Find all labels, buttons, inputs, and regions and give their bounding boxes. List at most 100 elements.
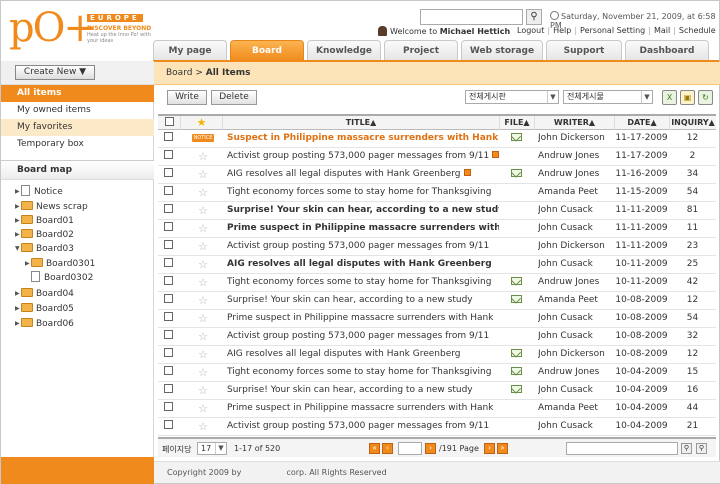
- attachment-icon[interactable]: [511, 169, 522, 177]
- delete-button[interactable]: Delete: [211, 90, 257, 105]
- personal-setting-link[interactable]: Personal Setting: [577, 26, 648, 35]
- row-writer[interactable]: John Dickerson: [538, 238, 614, 255]
- star-icon[interactable]: ☆: [198, 150, 208, 163]
- help-link[interactable]: Help: [550, 26, 574, 35]
- search-icon[interactable]: ⚲: [526, 9, 542, 25]
- row-writer[interactable]: John Dickerson: [538, 346, 614, 363]
- table-row[interactable]: ☆ Activist group posting 573,000 pager me…: [158, 418, 716, 436]
- row-title[interactable]: Prime suspect in Philippine massacre sur…: [227, 313, 493, 323]
- star-icon[interactable]: ☆: [198, 276, 208, 289]
- row-writer[interactable]: Amanda Peet: [538, 184, 614, 201]
- attachment-icon[interactable]: [511, 277, 522, 285]
- folder-action-icon[interactable]: ▣: [680, 90, 695, 105]
- row-title[interactable]: Tight economy forces some to stay home f…: [227, 367, 491, 377]
- next-page-icon[interactable]: ›: [484, 443, 495, 454]
- tab-board[interactable]: Board: [230, 40, 304, 61]
- table-row[interactable]: ☆ AIG resolves all legal disputes with Ha…: [158, 166, 716, 184]
- search-icon[interactable]: ⚲: [681, 443, 692, 454]
- tab-dashboard[interactable]: Dashboard: [625, 40, 709, 61]
- row-writer[interactable]: John Cusack: [538, 202, 614, 219]
- row-title[interactable]: AIG resolves all legal disputes with Han…: [227, 349, 461, 359]
- tree-item-board04[interactable]: ▶ Board04: [15, 287, 74, 301]
- table-row[interactable]: NOTICE Suspect in Philippine massacre sur…: [158, 130, 716, 148]
- row-title[interactable]: Surprise! Your skin can hear, according …: [227, 205, 499, 215]
- table-row[interactable]: ☆ Prime suspect in Philippine massacre su…: [158, 220, 716, 238]
- row-writer[interactable]: John Cusack: [538, 382, 614, 399]
- row-title[interactable]: Activist group posting 573,000 pager mes…: [227, 241, 489, 251]
- star-icon[interactable]: ☆: [198, 330, 208, 343]
- row-checkbox[interactable]: [164, 402, 173, 411]
- logout-link[interactable]: Logout: [514, 26, 547, 35]
- attachment-icon[interactable]: [511, 295, 522, 303]
- row-writer[interactable]: John Cusack: [538, 220, 614, 237]
- tab-project[interactable]: Project: [384, 40, 458, 61]
- header-writer[interactable]: WRITER▲: [534, 116, 614, 130]
- go-page-icon[interactable]: ›: [425, 443, 436, 454]
- row-writer[interactable]: John Dickerson: [538, 130, 614, 147]
- tab-knowledge[interactable]: Knowledge: [307, 40, 381, 61]
- tree-item-news-scrap[interactable]: ▶ News scrap: [15, 200, 88, 214]
- row-checkbox[interactable]: [164, 294, 173, 303]
- table-row[interactable]: ☆ Tight economy forces some to stay home …: [158, 274, 716, 292]
- table-search-input[interactable]: [566, 442, 678, 455]
- breadcrumb-root[interactable]: Board: [166, 68, 192, 78]
- row-title[interactable]: Suspect in Philippine massacre surrender…: [227, 133, 498, 143]
- row-checkbox[interactable]: [164, 240, 173, 249]
- header-title[interactable]: TITLE▲: [222, 116, 499, 130]
- table-row[interactable]: ☆ Prime suspect in Philippine massacre su…: [158, 310, 716, 328]
- row-checkbox[interactable]: [164, 132, 173, 141]
- table-row[interactable]: ☆ Surprise! Your skin can hear, according…: [158, 202, 716, 220]
- row-checkbox[interactable]: [164, 312, 173, 321]
- logo[interactable]: pO+ EUROPE DISCOVER BEYOND Heat up the I…: [9, 5, 154, 51]
- row-title[interactable]: Surprise! Your skin can hear, according …: [227, 385, 473, 395]
- write-button[interactable]: Write: [167, 90, 207, 105]
- star-icon[interactable]: ★: [197, 116, 207, 129]
- tab-my-page[interactable]: My page: [153, 40, 227, 61]
- table-row[interactable]: ☆ Tight economy forces some to stay home …: [158, 364, 716, 382]
- star-icon[interactable]: ☆: [198, 204, 208, 217]
- tree-item-board0301[interactable]: ▶ Board0301: [25, 257, 95, 271]
- row-checkbox[interactable]: [164, 366, 173, 375]
- row-title[interactable]: Surprise! Your skin can hear, according …: [227, 295, 473, 305]
- row-title[interactable]: Activist group posting 573,000 pager mes…: [227, 151, 489, 161]
- table-row[interactable]: ☆ AIG resolves all legal disputes with Ha…: [158, 346, 716, 364]
- row-title[interactable]: AIG resolves all legal disputes with Han…: [227, 169, 461, 179]
- row-writer[interactable]: Andruw Jones: [538, 148, 614, 165]
- star-icon[interactable]: ☆: [198, 186, 208, 199]
- last-page-icon[interactable]: »: [497, 443, 508, 454]
- star-icon[interactable]: ☆: [198, 366, 208, 379]
- tree-item-board01[interactable]: ▶ Board01: [15, 214, 74, 228]
- row-writer[interactable]: Amanda Peet: [538, 292, 614, 309]
- first-page-icon[interactable]: «: [369, 443, 380, 454]
- row-writer[interactable]: John Cusack: [538, 256, 614, 273]
- table-row[interactable]: ☆ Surprise! Your skin can hear, according…: [158, 292, 716, 310]
- row-writer[interactable]: Andruw Jones: [538, 166, 614, 183]
- row-writer[interactable]: John Cusack: [538, 418, 614, 435]
- tree-item-notice[interactable]: ▶ Notice: [15, 185, 63, 199]
- row-checkbox[interactable]: [164, 168, 173, 177]
- row-checkbox[interactable]: [164, 204, 173, 213]
- star-icon[interactable]: ☆: [198, 420, 208, 433]
- advanced-search-icon[interactable]: ⚲: [696, 443, 707, 454]
- schedule-link[interactable]: Schedule: [676, 26, 719, 35]
- nav-my-owned-items[interactable]: My owned items: [1, 102, 154, 119]
- table-row[interactable]: ☆ Prime suspect in Philippine massacre su…: [158, 400, 716, 418]
- star-icon[interactable]: ☆: [198, 312, 208, 325]
- row-title[interactable]: Prime suspect in Philippine massacre sur…: [227, 403, 493, 413]
- tree-item-board0302[interactable]: Board0302: [25, 271, 93, 285]
- row-title[interactable]: AIG resolves all legal disputes with Han…: [227, 259, 492, 269]
- star-icon[interactable]: ☆: [198, 384, 208, 397]
- table-row[interactable]: ☆ Activist group posting 573,000 pager me…: [158, 238, 716, 256]
- export-excel-icon[interactable]: X: [662, 90, 677, 105]
- row-title[interactable]: Activist group posting 573,000 pager mes…: [227, 331, 489, 341]
- star-icon[interactable]: ☆: [198, 168, 208, 181]
- header-inquiry[interactable]: INQUIRY▲: [669, 116, 716, 130]
- row-writer[interactable]: Andruw Jones: [538, 274, 614, 291]
- tab-support[interactable]: Support: [546, 40, 622, 61]
- star-icon[interactable]: ☆: [198, 294, 208, 307]
- row-checkbox[interactable]: [164, 276, 173, 285]
- tree-item-board03[interactable]: ▼ Board03: [15, 242, 74, 256]
- star-icon[interactable]: ☆: [198, 222, 208, 235]
- header-file[interactable]: FILE▲: [499, 116, 534, 130]
- row-checkbox[interactable]: [164, 186, 173, 195]
